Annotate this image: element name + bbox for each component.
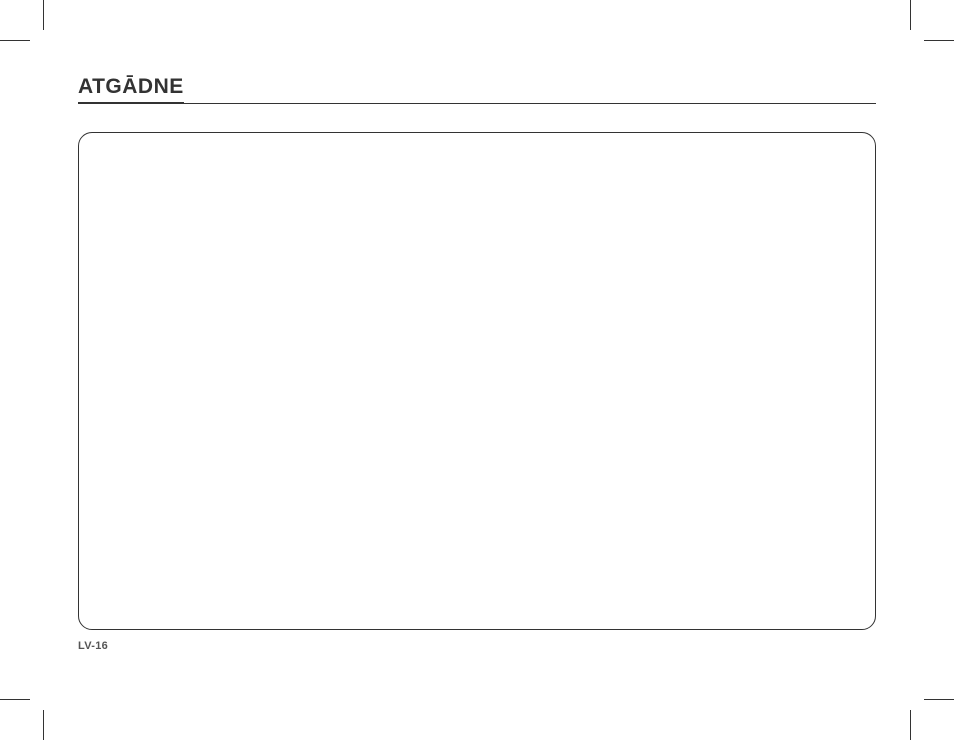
crop-mark — [0, 40, 30, 41]
crop-mark — [924, 699, 954, 700]
crop-mark — [910, 710, 911, 740]
crop-mark — [43, 0, 44, 30]
heading-section: ATGĀDNE — [78, 75, 876, 104]
crop-mark — [924, 40, 954, 41]
page-number: LV-16 — [78, 640, 876, 652]
crop-mark — [43, 710, 44, 740]
crop-mark — [910, 0, 911, 30]
page-heading: ATGĀDNE — [78, 75, 184, 104]
crop-mark — [0, 699, 30, 700]
page-content: ATGĀDNE LV-16 — [78, 75, 876, 680]
memo-box — [78, 132, 876, 630]
